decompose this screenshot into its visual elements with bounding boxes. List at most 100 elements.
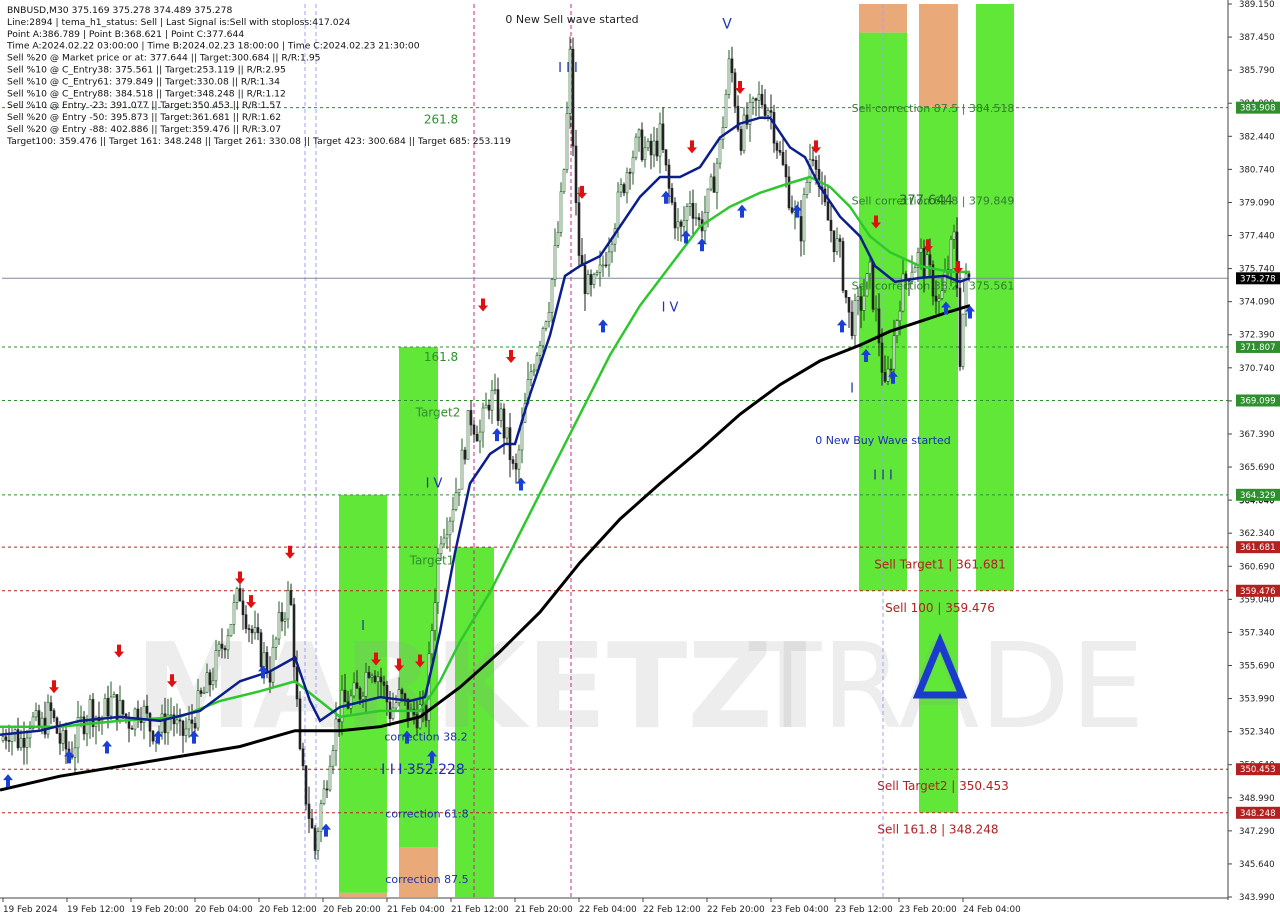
candle-body bbox=[109, 696, 113, 717]
candle-body bbox=[676, 221, 680, 229]
candle-body bbox=[328, 765, 332, 791]
candle-body bbox=[787, 176, 791, 209]
candle-body bbox=[727, 58, 731, 95]
candle-body bbox=[697, 217, 701, 220]
candle-body bbox=[502, 408, 506, 439]
price-axis-label: 348.990 bbox=[1239, 794, 1275, 804]
time-axis-label: 20 Feb 04:00 bbox=[195, 905, 253, 915]
candle-body bbox=[826, 201, 830, 221]
info-line: Target100: 359.476 || Target 161: 348.24… bbox=[6, 136, 511, 147]
candle-body bbox=[598, 264, 602, 273]
candle-body bbox=[499, 408, 503, 421]
price-axis-label: 355.690 bbox=[1239, 661, 1275, 671]
candle-body bbox=[211, 680, 215, 686]
candle-body bbox=[103, 698, 107, 719]
candle-body bbox=[562, 169, 566, 193]
candle-body bbox=[277, 611, 281, 640]
candle-body bbox=[712, 176, 716, 193]
candle-body bbox=[331, 750, 335, 767]
time-axis-label: 22 Feb 12:00 bbox=[643, 905, 701, 915]
candle-body bbox=[673, 202, 677, 229]
candle-body bbox=[193, 723, 197, 729]
candle-body bbox=[934, 295, 938, 302]
time-axis-label: 20 Feb 20:00 bbox=[323, 905, 381, 915]
candle-body bbox=[121, 700, 125, 715]
candle-body bbox=[661, 123, 665, 150]
candle-body bbox=[682, 220, 686, 227]
candle-body bbox=[691, 203, 695, 219]
candle-body bbox=[505, 427, 509, 439]
info-line: Sell %10 @ Entry -23: 391.077 || Target:… bbox=[7, 100, 281, 111]
price-axis-label: 347.290 bbox=[1239, 827, 1275, 837]
info-line: Sell %10 @ C_Entry88: 384.518 || Target:… bbox=[7, 88, 286, 99]
candle-body bbox=[859, 296, 863, 311]
candle-body bbox=[949, 238, 953, 270]
candle-body bbox=[403, 693, 407, 700]
info-line: Time A:2024.02.22 03:00:00 | Time B:2024… bbox=[6, 41, 420, 52]
candle-body bbox=[214, 650, 218, 682]
chart-annotation: 377.644 bbox=[899, 194, 953, 209]
candle-body bbox=[754, 98, 758, 101]
candle-body bbox=[619, 184, 623, 193]
candle-body bbox=[967, 273, 971, 277]
candle-body bbox=[622, 184, 626, 194]
candle-body bbox=[646, 140, 650, 149]
price-axis-label: 345.640 bbox=[1239, 860, 1275, 870]
candle-body bbox=[460, 449, 464, 490]
candle-body bbox=[922, 248, 926, 277]
chart-annotation: Target2 bbox=[415, 405, 461, 419]
candle-body bbox=[271, 647, 275, 683]
candle-body bbox=[430, 630, 434, 655]
price-axis-label: 359.040 bbox=[1239, 595, 1275, 605]
candle-body bbox=[61, 730, 65, 744]
chart-annotation: correction 61.8 bbox=[385, 808, 468, 821]
candle-body bbox=[805, 181, 809, 195]
candle-body bbox=[565, 113, 569, 170]
candle-body bbox=[853, 299, 857, 337]
candle-body bbox=[721, 127, 725, 140]
candle-body bbox=[472, 424, 476, 435]
candle-body bbox=[256, 627, 260, 634]
chart-annotation: Sell Target2 | 350.453 bbox=[877, 779, 1009, 793]
price-chart[interactable]: MARKETZI TRADE 0 New Sell wave started V I… bbox=[0, 0, 1280, 920]
level-price-tag-label: 348.248 bbox=[1240, 809, 1276, 819]
candle-body bbox=[640, 129, 644, 161]
candle-body bbox=[919, 248, 923, 253]
candle-body bbox=[679, 221, 683, 227]
candle-body bbox=[175, 719, 179, 725]
candle-body bbox=[685, 206, 689, 221]
candle-body bbox=[337, 718, 341, 723]
chart-annotation: I V bbox=[426, 476, 443, 491]
chart-annotation: 0 New Buy Wave started bbox=[815, 434, 951, 447]
chart-annotation: Sell correction 38.2 | 375.561 bbox=[852, 280, 1015, 293]
candle-body bbox=[724, 94, 728, 128]
candle-body bbox=[205, 672, 209, 693]
candle-body bbox=[811, 159, 815, 161]
candle-body bbox=[73, 747, 77, 758]
candle-body bbox=[226, 635, 230, 651]
candle-body bbox=[181, 720, 185, 736]
time-axis-label: 20 Feb 12:00 bbox=[259, 905, 317, 915]
price-axis-label: 387.450 bbox=[1239, 33, 1275, 43]
candle-body bbox=[883, 372, 887, 382]
price-axis-label: 357.340 bbox=[1239, 628, 1275, 638]
candle-body bbox=[274, 638, 278, 648]
candle-body bbox=[889, 368, 893, 371]
candle-body bbox=[829, 219, 833, 232]
candle-body bbox=[187, 719, 191, 730]
candle-body bbox=[169, 714, 173, 717]
candle-body bbox=[778, 150, 782, 153]
candle-body bbox=[349, 695, 353, 709]
candle-body bbox=[64, 730, 68, 750]
candle-body bbox=[433, 602, 437, 631]
candle-body bbox=[262, 652, 266, 667]
candle-body bbox=[310, 818, 314, 829]
candle-body bbox=[784, 164, 788, 178]
signal-zone-orange bbox=[919, 4, 958, 108]
candle-body bbox=[457, 488, 461, 494]
candle-body bbox=[928, 254, 932, 265]
candle-body bbox=[475, 433, 479, 442]
level-price-tag-label: 383.908 bbox=[1240, 104, 1276, 114]
candle-body bbox=[286, 590, 290, 620]
candle-body bbox=[589, 274, 593, 285]
